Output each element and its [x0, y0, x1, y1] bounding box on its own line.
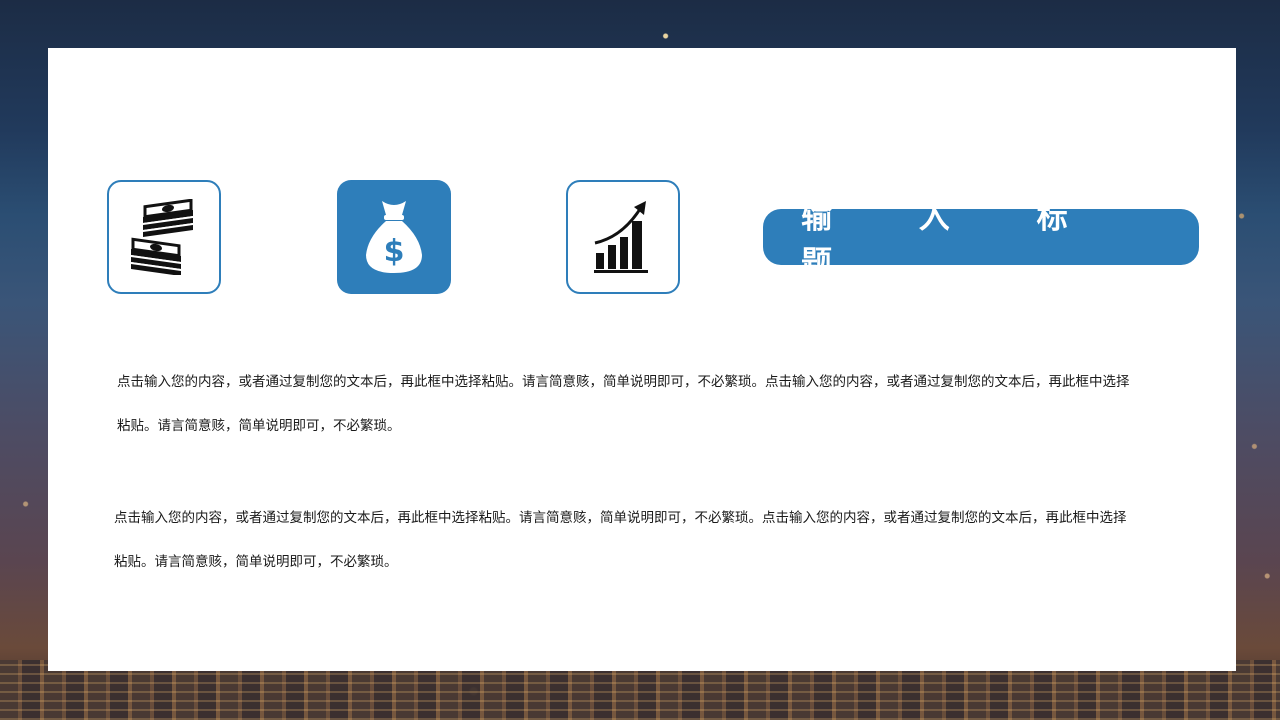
body-paragraph-1[interactable]: 点击输入您的内容，或者通过复制您的文本后，再此框中选择粘贴。请言简意赅，简单说明…	[117, 360, 1137, 448]
svg-text:$: $	[384, 234, 405, 269]
content-panel: $ 输 入 标 题 点击输入您的内容，或者通过复制您的文本后，再此框中选择粘贴。…	[48, 48, 1236, 671]
slide-title[interactable]: 输 入 标 题	[763, 200, 1199, 281]
cash-stack-icon	[131, 199, 193, 275]
growth-chart-icon	[594, 201, 648, 273]
cash-icon-box[interactable]	[107, 180, 221, 294]
money-bag-icon: $	[366, 201, 422, 273]
body-paragraph-2[interactable]: 点击输入您的内容，或者通过复制您的文本后，再此框中选择粘贴。请言简意赅，简单说明…	[114, 496, 1134, 584]
money-bag-icon-box[interactable]: $	[337, 180, 451, 294]
growth-icon-box[interactable]	[566, 180, 680, 294]
